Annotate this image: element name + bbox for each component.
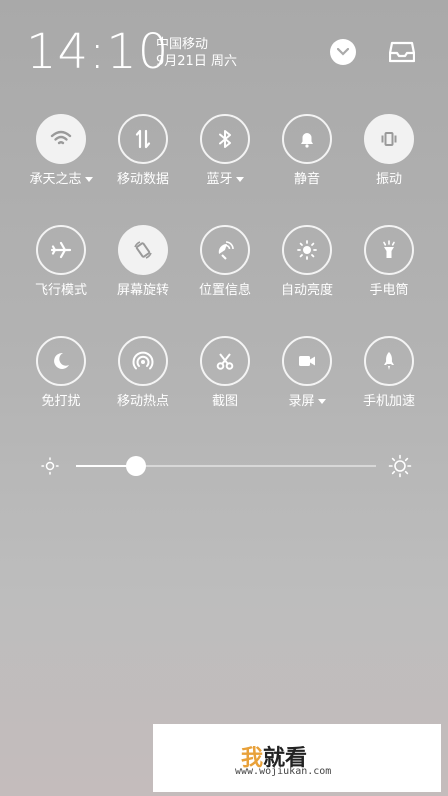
quick-tile-label-text: 自动亮度 xyxy=(280,283,333,298)
dropdown-caret-icon[interactable] xyxy=(235,177,244,182)
quick-tile-bluetooth[interactable]: 蓝牙 xyxy=(184,114,266,188)
quick-tile-label-text: 手机加速 xyxy=(362,394,415,409)
rocket-icon xyxy=(384,352,394,370)
notification-inbox-button[interactable] xyxy=(388,38,416,66)
quick-tile-label: 屏幕旋转 xyxy=(102,283,184,299)
quick-tile-scissors[interactable]: 截图 xyxy=(184,336,266,410)
quick-tile-label-text: 录屏 xyxy=(288,394,315,409)
brightness-low-icon xyxy=(41,457,59,475)
location-icon xyxy=(218,241,234,260)
quick-tile-toggle[interactable] xyxy=(36,114,86,164)
quick-tile-toggle[interactable] xyxy=(200,225,250,275)
brightness-slider[interactable] xyxy=(76,456,376,476)
watermark-url: www.wojiukan.com xyxy=(235,766,332,777)
collapse-button[interactable] xyxy=(330,39,356,65)
auto-brightness-icon xyxy=(297,240,317,260)
quick-tile-label-text: 承天之志 xyxy=(29,172,82,187)
quick-tile-label: 振动 xyxy=(348,172,430,188)
quick-tile-bell[interactable]: 静音 xyxy=(266,114,348,188)
record-icon xyxy=(299,356,315,366)
quick-tile-label: 位置信息 xyxy=(184,283,266,299)
dropdown-caret-icon[interactable] xyxy=(317,399,326,404)
quick-tile-label-text: 位置信息 xyxy=(198,283,251,298)
chevron-down-icon xyxy=(337,48,349,56)
quick-tile-label-text: 蓝牙 xyxy=(206,172,233,187)
inbox-icon xyxy=(389,41,415,63)
quick-tile-label: 静音 xyxy=(266,172,348,188)
quick-tile-label-text: 屏幕旋转 xyxy=(116,283,169,298)
airplane-icon xyxy=(50,241,72,259)
quick-tile-toggle[interactable] xyxy=(364,225,414,275)
quick-tile-label: 移动热点 xyxy=(102,394,184,410)
wifi-icon xyxy=(50,130,72,145)
quick-tile-label: 蓝牙 xyxy=(184,172,266,188)
quick-tile-label: 手机加速 xyxy=(348,394,430,410)
quick-tile-label-text: 移动数据 xyxy=(116,172,169,187)
quick-tile-toggle[interactable] xyxy=(118,336,168,386)
quick-tile-label-text: 免打扰 xyxy=(41,394,81,409)
quick-tile-flashlight[interactable]: 手电筒 xyxy=(348,225,430,299)
quick-tile-label: 飞行模式 xyxy=(20,283,102,299)
dropdown-caret-icon[interactable] xyxy=(84,177,93,182)
quick-tile-label-text: 移动热点 xyxy=(116,394,169,409)
quick-tile-label: 移动数据 xyxy=(102,172,184,188)
quick-tile-mobile-data[interactable]: 移动数据 xyxy=(102,114,184,188)
scissors-icon xyxy=(216,353,234,370)
quick-tile-toggle[interactable] xyxy=(364,336,414,386)
quick-tile-toggle[interactable] xyxy=(36,225,86,275)
quick-tile-label: 免打扰 xyxy=(20,394,102,410)
quick-tile-rocket[interactable]: 手机加速 xyxy=(348,336,430,410)
quick-tile-label: 截图 xyxy=(184,394,266,410)
moon-icon xyxy=(54,352,69,369)
flashlight-icon xyxy=(383,240,395,258)
quick-tile-label: 承天之志 xyxy=(20,172,102,188)
quick-tile-label: 录屏 xyxy=(266,394,348,410)
rotate-icon xyxy=(134,241,152,259)
quick-tile-label: 手电筒 xyxy=(348,283,430,299)
quick-tile-toggle[interactable] xyxy=(118,114,168,164)
mobile-data-icon xyxy=(135,129,151,149)
quick-tile-wifi[interactable]: 承天之志 xyxy=(20,114,102,188)
quick-tile-toggle[interactable] xyxy=(282,225,332,275)
quick-tile-vibrate[interactable]: 振动 xyxy=(348,114,430,188)
watermark-banner: 我就看 www.wojiukan.com xyxy=(153,724,441,792)
quick-tile-moon[interactable]: 免打扰 xyxy=(20,336,102,410)
quick-tile-record[interactable]: 录屏 xyxy=(266,336,348,410)
brightness-high-icon xyxy=(388,454,412,478)
quick-tile-toggle[interactable] xyxy=(282,336,332,386)
quick-tile-label-text: 静音 xyxy=(293,172,320,187)
quick-tile-airplane[interactable]: 飞行模式 xyxy=(20,225,102,299)
quick-tile-rotate[interactable]: 屏幕旋转 xyxy=(102,225,184,299)
quick-tile-toggle[interactable] xyxy=(200,114,250,164)
quick-tile-toggle[interactable] xyxy=(364,114,414,164)
quick-tile-hotspot[interactable]: 移动热点 xyxy=(102,336,184,410)
quick-tile-toggle[interactable] xyxy=(200,336,250,386)
vibrate-icon xyxy=(381,132,397,146)
brightness-thumb[interactable] xyxy=(126,456,146,476)
quick-tile-label-text: 飞行模式 xyxy=(34,283,87,298)
carrier-name: 中国移动 xyxy=(156,37,209,52)
bell-icon xyxy=(301,133,313,148)
quick-tile-toggle[interactable] xyxy=(282,114,332,164)
quick-tile-toggle[interactable] xyxy=(36,336,86,386)
quick-tile-auto-brightness[interactable]: 自动亮度 xyxy=(266,225,348,299)
brightness-control xyxy=(40,452,412,480)
bluetooth-icon xyxy=(219,130,231,148)
date-text: 9月21日 周六 xyxy=(156,54,237,69)
status-header: 14:10 中国移动 9月21日 周六 xyxy=(0,0,448,100)
quick-tile-label: 自动亮度 xyxy=(266,283,348,299)
hotspot-icon xyxy=(132,351,154,370)
quick-tile-location[interactable]: 位置信息 xyxy=(184,225,266,299)
quick-tile-label-text: 手电筒 xyxy=(369,283,409,298)
quick-tile-label-text: 振动 xyxy=(375,172,402,187)
quick-tile-toggle[interactable] xyxy=(118,225,168,275)
quick-tile-label-text: 截图 xyxy=(211,394,238,409)
clock: 14:10 xyxy=(26,24,170,80)
